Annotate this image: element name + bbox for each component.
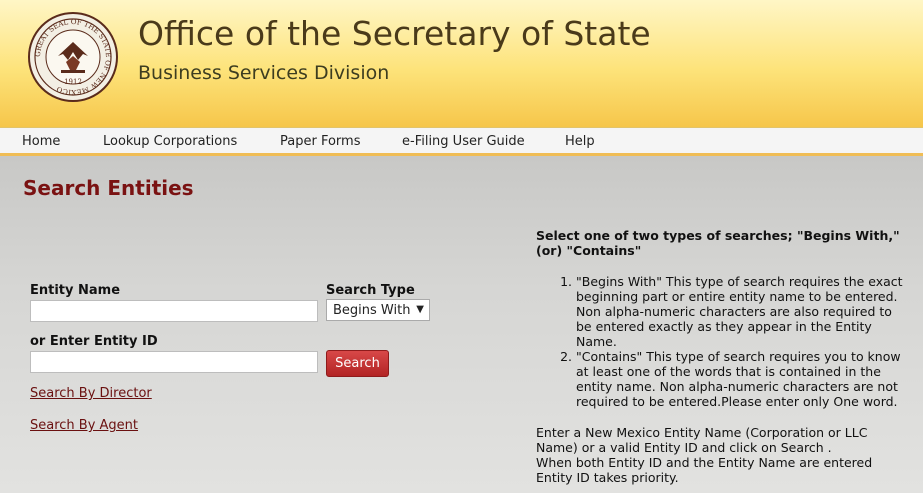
help-list: "Begins With" This type of search requir… [576,274,911,409]
top-nav: Home Lookup Corporations Paper Forms e-F… [0,127,923,156]
entity-name-input[interactable] [30,300,318,322]
entity-name-label: Entity Name [30,283,121,298]
nav-efiling-user-guide[interactable]: e-Filing User Guide [402,134,525,149]
help-instructions: Enter a New Mexico Entity Name (Corporat… [536,425,911,485]
search-help-panel: Select one of two types of searches; "Be… [536,228,911,485]
help-item-contains: "Contains" This type of search requires … [576,349,911,409]
nav-paper-forms[interactable]: Paper Forms [280,134,360,149]
page-header-subtitle: Business Services Division [138,62,390,84]
search-by-agent-link[interactable]: Search By Agent [30,418,138,433]
search-type-value: Begins With [333,303,411,318]
svg-text:1912: 1912 [64,78,82,86]
page-header-title: Office of the Secretary of State [138,14,651,53]
nav-help[interactable]: Help [565,134,595,149]
help-heading: Select one of two types of searches; "Be… [536,228,900,258]
main-content: Search Entities Entity Name Search Type … [0,156,923,493]
site-header: GREAT SEAL OF THE STATE OF NEW MEXICO 19… [0,0,923,127]
help-paragraph-enter: Enter a New Mexico Entity Name (Corporat… [536,425,868,455]
entity-id-label: or Enter Entity ID [30,334,158,349]
search-by-director-link[interactable]: Search By Director [30,386,152,401]
nav-lookup-corporations[interactable]: Lookup Corporations [103,134,237,149]
page-title: Search Entities [23,176,194,200]
entity-id-input[interactable] [30,351,318,373]
help-paragraph-priority: When both Entity ID and the Entity Name … [536,455,873,485]
search-button[interactable]: Search [326,350,389,377]
help-item-begins-with: "Begins With" This type of search requir… [576,274,911,349]
dropdown-arrow-icon: ▼ [416,304,424,315]
state-seal-logo: GREAT SEAL OF THE STATE OF NEW MEXICO 19… [28,12,118,102]
nav-home[interactable]: Home [22,134,60,149]
search-type-select[interactable]: Begins With ▼ [326,299,430,321]
search-type-label: Search Type [326,283,415,298]
